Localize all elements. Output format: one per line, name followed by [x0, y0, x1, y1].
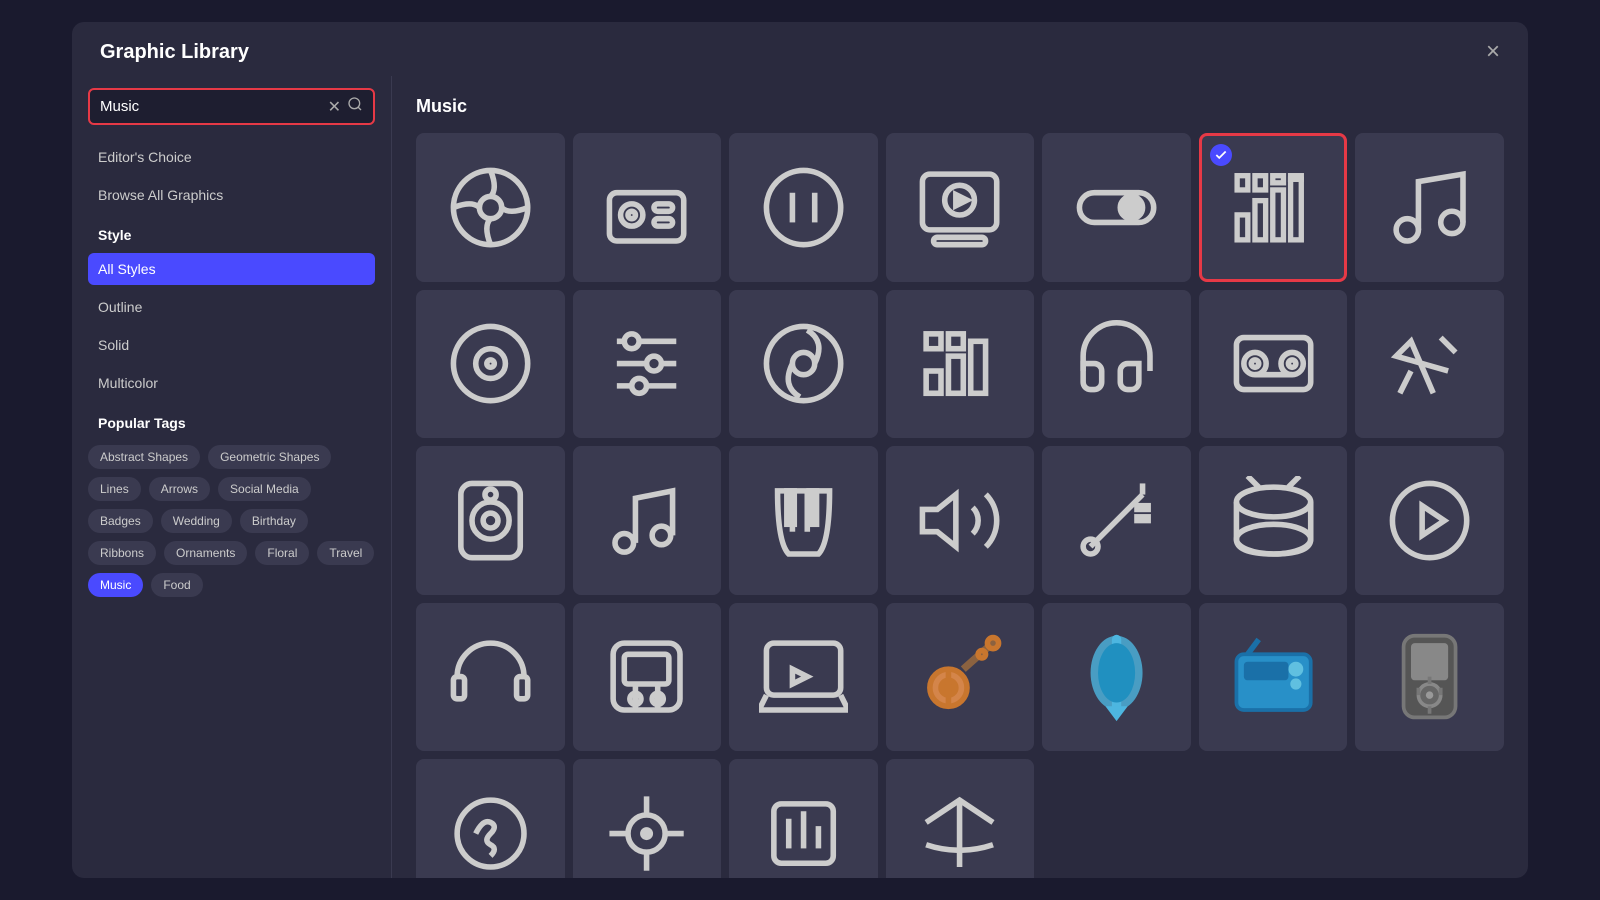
icon-vinyl2[interactable] — [416, 290, 565, 439]
icon-laptop-music[interactable] — [729, 603, 878, 752]
search-submit-button[interactable] — [347, 96, 363, 117]
icon-music-notes[interactable] — [573, 446, 722, 595]
style-section-label: Style — [88, 217, 375, 247]
icon-music-player-multicolor[interactable] — [573, 603, 722, 752]
tag-food[interactable]: Food — [151, 573, 202, 597]
tag-ornaments[interactable]: Ornaments — [164, 541, 247, 565]
modal-header: Graphic Library × — [72, 22, 1528, 76]
icon-microphone[interactable] — [1355, 290, 1504, 439]
icon-toggle[interactable] — [1042, 133, 1191, 282]
main-content: Music — [392, 76, 1528, 878]
icon-play-circle[interactable] — [1355, 446, 1504, 595]
icon-usb-multicolor[interactable] — [1042, 603, 1191, 752]
search-clear-button[interactable]: ✕ — [328, 97, 341, 117]
style-solid[interactable]: Solid — [88, 329, 375, 361]
style-multicolor[interactable]: Multicolor — [88, 367, 375, 399]
icon-radio[interactable] — [573, 133, 722, 282]
icon-media-player[interactable] — [886, 133, 1035, 282]
icon-music-disc[interactable] — [729, 290, 878, 439]
icon-drum[interactable] — [1199, 446, 1348, 595]
icon-mixer[interactable] — [573, 290, 722, 439]
tag-floral[interactable]: Floral — [255, 541, 309, 565]
icon-cassette[interactable] — [1199, 290, 1348, 439]
icon-bottom3[interactable] — [729, 759, 878, 878]
sidebar: ✕ Editor's Choice Browse All Graphics St… — [72, 76, 392, 878]
icon-ipod-multicolor[interactable] — [1355, 603, 1504, 752]
icon-speaker[interactable] — [416, 446, 565, 595]
icon-bottom2[interactable] — [573, 759, 722, 878]
close-button[interactable]: × — [1486, 40, 1500, 64]
tag-badges[interactable]: Badges — [88, 509, 153, 533]
style-all[interactable]: All Styles — [88, 253, 375, 285]
graphic-library-modal: Graphic Library × ✕ Editor's Choice Brow… — [72, 22, 1528, 878]
selected-badge — [1210, 144, 1232, 166]
icon-volume[interactable] — [886, 446, 1035, 595]
icon-equalizer[interactable] — [1199, 133, 1348, 282]
icon-guitar-multicolor[interactable] — [886, 603, 1035, 752]
icon-headphones[interactable] — [416, 603, 565, 752]
tags-section-label: Popular Tags — [88, 405, 375, 435]
icon-pause[interactable] — [729, 133, 878, 282]
icon-bottom4[interactable] — [886, 759, 1035, 878]
tag-music[interactable]: Music — [88, 573, 143, 597]
search-input[interactable] — [100, 98, 328, 115]
tag-abstract-shapes[interactable]: Abstract Shapes — [88, 445, 200, 469]
icon-radio-multicolor[interactable] — [1199, 603, 1348, 752]
icon-bottom1[interactable] — [416, 759, 565, 878]
icons-grid — [416, 133, 1504, 878]
tag-birthday[interactable]: Birthday — [240, 509, 308, 533]
tag-social-media[interactable]: Social Media — [218, 477, 311, 501]
icon-earphones[interactable] — [1042, 290, 1191, 439]
tags-container: Abstract Shapes Geometric Shapes Lines A… — [88, 441, 375, 601]
section-title: Music — [416, 96, 1504, 117]
browse-all-link[interactable]: Browse All Graphics — [88, 179, 375, 211]
modal-body: ✕ Editor's Choice Browse All Graphics St… — [72, 76, 1528, 878]
search-box: ✕ — [88, 88, 375, 125]
icon-vinyl[interactable] — [416, 133, 565, 282]
icon-aux-cable[interactable] — [1042, 446, 1191, 595]
tag-travel[interactable]: Travel — [317, 541, 374, 565]
style-outline[interactable]: Outline — [88, 291, 375, 323]
icon-music-note[interactable] — [1355, 133, 1504, 282]
tag-arrows[interactable]: Arrows — [149, 477, 210, 501]
tag-ribbons[interactable]: Ribbons — [88, 541, 156, 565]
icon-piano[interactable] — [729, 446, 878, 595]
tag-wedding[interactable]: Wedding — [161, 509, 232, 533]
editors-choice-link[interactable]: Editor's Choice — [88, 141, 375, 173]
modal-title: Graphic Library — [100, 41, 249, 64]
tag-geometric-shapes[interactable]: Geometric Shapes — [208, 445, 331, 469]
icon-bars[interactable] — [886, 290, 1035, 439]
tag-lines[interactable]: Lines — [88, 477, 141, 501]
